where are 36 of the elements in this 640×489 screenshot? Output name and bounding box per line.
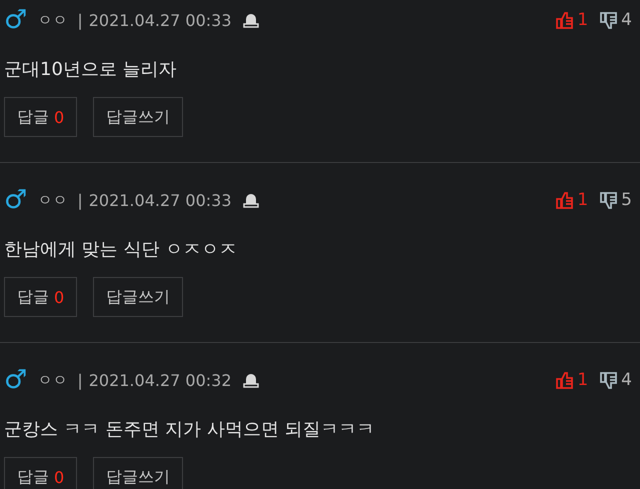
replies-button[interactable]: 답글 0 xyxy=(4,277,78,317)
thumbs-down-icon[interactable] xyxy=(600,372,618,388)
write-reply-button[interactable]: 답글쓰기 xyxy=(93,277,184,317)
comment-date: 2021.04.27 00:33 xyxy=(88,10,232,30)
male-symbol: ♂ xyxy=(4,5,28,35)
replies-button[interactable]: 답글 0 xyxy=(4,457,78,489)
siren-icon[interactable] xyxy=(242,191,260,209)
comment-date: 2021.04.27 00:32 xyxy=(88,370,232,390)
write-reply-button[interactable]: 답글쓰기 xyxy=(93,457,184,489)
thumbs-down-icon[interactable] xyxy=(600,12,618,28)
thumbs-down-icon[interactable] xyxy=(600,192,618,208)
thumbs-up-icon[interactable] xyxy=(556,12,574,28)
dislike-count: 4 xyxy=(621,370,632,390)
siren-icon[interactable] xyxy=(242,371,260,389)
comment-date: 2021.04.27 00:33 xyxy=(88,190,232,210)
separator: | xyxy=(77,370,83,390)
nickname[interactable]: ㅇㅇ xyxy=(37,370,68,390)
replies-button[interactable]: 답글 0 xyxy=(4,97,78,137)
like-count: 1 xyxy=(577,370,588,390)
separator: | xyxy=(77,10,83,30)
siren-icon[interactable] xyxy=(242,11,260,29)
write-reply-button[interactable]: 답글쓰기 xyxy=(93,97,184,137)
nickname[interactable]: ㅇㅇ xyxy=(37,190,68,210)
comment-text: 군대10년으로 늘리자 xyxy=(4,58,178,82)
like-count: 1 xyxy=(577,190,588,210)
dislike-count: 5 xyxy=(621,190,632,210)
comment-text: 군캉스 ㅋㅋ 돈주면 지가 사먹으면 되질ㅋㅋㅋ xyxy=(4,418,376,442)
male-symbol: ♂ xyxy=(4,185,28,215)
thumbs-up-icon[interactable] xyxy=(556,192,574,208)
comment-text: 한남에게 맞는 식단 ㅇㅈㅇㅈ xyxy=(4,238,238,262)
thumbs-up-icon[interactable] xyxy=(556,372,574,388)
dislike-count: 4 xyxy=(621,10,632,30)
nickname[interactable]: ㅇㅇ xyxy=(37,10,68,30)
like-count: 1 xyxy=(577,10,588,30)
separator: | xyxy=(77,190,83,210)
male-symbol: ♂ xyxy=(4,365,28,395)
